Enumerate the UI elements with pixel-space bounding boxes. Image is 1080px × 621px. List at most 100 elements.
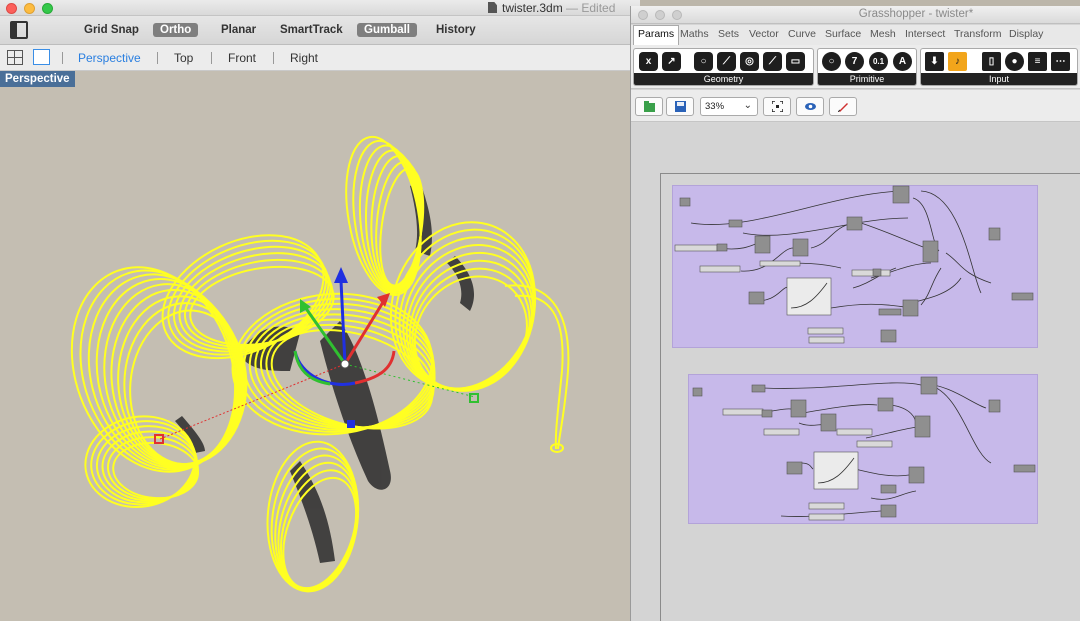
surface-param-icon[interactable]: ▭ <box>786 52 805 71</box>
component-node <box>872 268 882 277</box>
gumball-y-scale-handle <box>469 393 479 403</box>
tab-separator <box>273 52 274 64</box>
component-ribbon: x ↗ ○ ⟋ ◎ ⟋ ▭ Geometry ○ 7 0.1 A Primiti… <box>631 45 1080 89</box>
tab-perspective[interactable]: Perspective <box>78 51 141 65</box>
selected-curves <box>70 135 570 593</box>
component-graph[interactable] <box>631 123 1080 621</box>
tab-mesh[interactable]: Mesh <box>870 28 896 40</box>
viewport-label[interactable]: Perspective <box>0 71 75 87</box>
smarttrack-toggle[interactable]: SmartTrack <box>273 23 350 37</box>
sketch-tool-button[interactable] <box>829 97 857 116</box>
wire <box>860 222 932 251</box>
text-param-icon[interactable]: A <box>893 52 912 71</box>
preview-toggle-button[interactable] <box>796 97 824 116</box>
number-param-icon[interactable]: 0.1 <box>869 52 888 71</box>
input-group-label[interactable]: Input <box>921 73 1077 85</box>
grasshopper-canvas[interactable] <box>631 123 1080 621</box>
gumball-toggle[interactable]: Gumball <box>357 23 418 37</box>
tab-params[interactable]: Params <box>633 25 680 45</box>
save-file-button[interactable] <box>666 97 694 116</box>
rhino-titlebar: twister.3dm — Edited <box>0 0 640 16</box>
sound-input-icon[interactable]: ♪ <box>948 52 967 71</box>
tab-intersect[interactable]: Intersect <box>905 28 945 40</box>
wire <box>690 190 904 225</box>
boolean-param-icon[interactable]: ○ <box>822 52 841 71</box>
perspective-viewport[interactable]: Perspective <box>0 71 630 621</box>
input-group: ⬇ ♪ ▯ ● ≡ ⋯ Input <box>920 48 1078 86</box>
component-node <box>790 399 807 418</box>
gumball-x-scale-handle <box>154 434 164 444</box>
four-viewports-icon[interactable] <box>7 50 23 65</box>
component-node <box>988 227 1001 241</box>
number-slider <box>851 269 891 277</box>
slider-input-icon[interactable]: ≡ <box>1028 52 1047 71</box>
tab-top[interactable]: Top <box>174 51 193 65</box>
minimize-window-button[interactable] <box>24 3 35 14</box>
component-node <box>920 376 938 395</box>
zoom-extents-button[interactable] <box>763 97 791 116</box>
component-node <box>892 185 910 204</box>
twister-model[interactable] <box>0 71 630 621</box>
tab-curve[interactable]: Curve <box>788 28 816 40</box>
zoom-level-select[interactable]: 33% ⌄ <box>700 97 758 116</box>
planar-toggle[interactable]: Planar <box>214 23 263 37</box>
tab-front[interactable]: Front <box>228 51 256 65</box>
primitive-group-label[interactable]: Primitive <box>818 73 916 85</box>
history-toggle[interactable]: History <box>429 23 483 37</box>
line-param-icon[interactable]: ⟋ <box>717 52 736 71</box>
panel-input-icon[interactable]: ▯ <box>982 52 1001 71</box>
wire <box>910 277 962 304</box>
disk-icon <box>675 101 686 112</box>
tab-vector[interactable]: Vector <box>749 28 779 40</box>
tab-surface[interactable]: Surface <box>825 28 861 40</box>
wire <box>742 217 909 236</box>
curve-param-icon[interactable]: ⟋ <box>763 52 782 71</box>
grid-snap-toggle[interactable]: Grid Snap <box>77 23 146 37</box>
number-slider <box>759 260 801 267</box>
component-node <box>880 329 897 343</box>
ortho-toggle[interactable]: Ortho <box>153 23 199 37</box>
integer-param-icon[interactable]: 7 <box>845 52 864 71</box>
number-slider <box>808 513 845 521</box>
grasshopper-window: Grasshopper - twister* Params Maths Sets… <box>630 6 1080 621</box>
component-node <box>820 413 837 432</box>
document-title[interactable]: twister.3dm — Edited <box>488 1 615 15</box>
component-node <box>922 240 939 263</box>
wire <box>762 382 922 389</box>
sidebar-toggle-icon[interactable] <box>10 21 28 39</box>
gumball-z-arrowhead <box>334 267 348 283</box>
digit-scroller-icon[interactable]: ⋯ <box>1051 52 1070 71</box>
component-nodes <box>674 185 1036 521</box>
tab-transform[interactable]: Transform <box>954 28 1001 40</box>
close-window-button[interactable] <box>6 3 17 14</box>
tab-maths[interactable]: Maths <box>680 28 709 40</box>
component-node <box>786 461 803 475</box>
geometry-group-label[interactable]: Geometry <box>634 73 813 85</box>
tab-right[interactable]: Right <box>290 51 318 65</box>
single-viewport-icon[interactable] <box>33 49 50 65</box>
screen: { "rhino": { "document_name": "twister.3… <box>0 0 1080 621</box>
wire <box>865 426 919 439</box>
pen-icon <box>838 103 848 112</box>
viewport-tabs: Perspective Top Front Right <box>0 45 630 71</box>
geometry-param-icon[interactable]: x <box>639 52 658 71</box>
tab-sets[interactable]: Sets <box>718 28 739 40</box>
circle-param-icon[interactable]: ○ <box>694 52 713 71</box>
component-node <box>679 197 691 207</box>
brep-param-icon[interactable]: ◎ <box>740 52 759 71</box>
colour-swatch-icon[interactable]: ● <box>1005 52 1024 71</box>
zoom-extents-icon <box>772 101 783 112</box>
component-node <box>877 397 894 412</box>
folder-icon <box>644 101 655 112</box>
component-node <box>908 466 925 484</box>
zoom-window-button[interactable] <box>42 3 53 14</box>
component-node <box>878 308 902 316</box>
tab-display[interactable]: Display <box>1009 28 1043 40</box>
component-node <box>1013 464 1036 473</box>
data-input-icon[interactable]: ⬇ <box>925 52 944 71</box>
open-file-button[interactable] <box>635 97 663 116</box>
vector-param-icon[interactable]: ↗ <box>662 52 681 71</box>
tab-separator <box>157 52 158 64</box>
primitive-group: ○ 7 0.1 A Primitive <box>817 48 917 86</box>
wire <box>802 404 878 414</box>
